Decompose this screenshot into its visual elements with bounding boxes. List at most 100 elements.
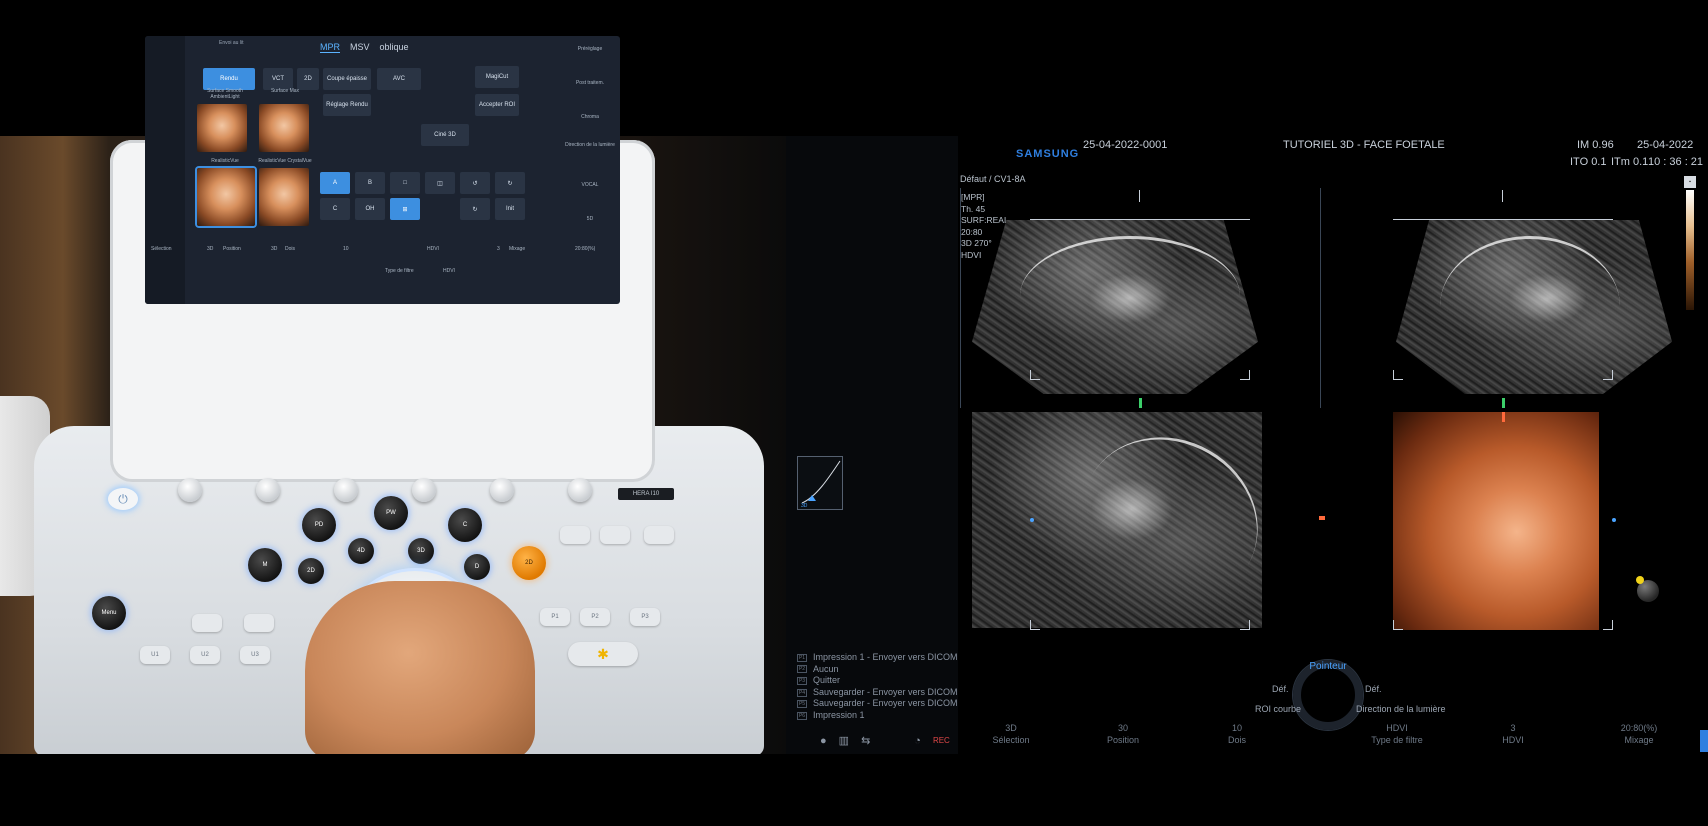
rotate-left-button[interactable]: ↺: [460, 172, 490, 194]
c-knob[interactable]: C: [448, 508, 482, 542]
d-knob[interactable]: D: [464, 554, 490, 580]
tgc-knob-3[interactable]: [334, 478, 358, 502]
pw-knob[interactable]: PW: [374, 496, 408, 530]
hw-button-p1[interactable]: P1: [540, 608, 570, 626]
touch-filter-value[interactable]: HDVI: [443, 268, 455, 274]
oh-button[interactable]: OH: [355, 198, 385, 220]
hw-button-u3[interactable]: U3: [240, 646, 270, 664]
touch-bottom-6[interactable]: 10: [343, 246, 349, 252]
menu-item[interactable]: P5 Sauvegarder - Envoyer vers DICOM: [797, 698, 958, 710]
touch-right-label-2[interactable]: Post traitem.: [565, 80, 615, 86]
tgc-knob-6[interactable]: [568, 478, 592, 502]
menu-item[interactable]: P3 Quitter: [797, 675, 958, 687]
menu-knob[interactable]: Menu: [92, 596, 126, 630]
softkey-right[interactable]: Déf.: [1365, 684, 1382, 694]
param-selection[interactable]: 3D Sélection: [966, 722, 1056, 746]
hw-button-p3[interactable]: P3: [630, 608, 660, 626]
record-dot-icon[interactable]: ●: [820, 735, 827, 747]
3d-knob[interactable]: 3D: [408, 538, 434, 564]
tab-oblique[interactable]: oblique: [380, 42, 409, 53]
param-label: Dois: [1227, 735, 1246, 745]
softkey-bottom-left[interactable]: ROI courbe: [1255, 704, 1301, 714]
menu-item-label: Sauvegarder - Envoyer vers DICOM: [813, 698, 958, 709]
exam-time: 10 : 36 : 21: [1648, 156, 1704, 168]
touch-bottom-7[interactable]: HDVI: [427, 246, 439, 252]
touch-filter-label[interactable]: Type de filtre: [385, 268, 414, 274]
param-filter-type[interactable]: HDVI Type de filtre: [1352, 722, 1442, 746]
hw-button-r3[interactable]: [644, 526, 674, 544]
pd-knob[interactable]: PD: [302, 508, 336, 542]
touch-bottom-8[interactable]: 3: [497, 246, 500, 252]
menu-item[interactable]: P6 Impression 1: [797, 710, 958, 722]
init-button[interactable]: Init: [495, 198, 525, 220]
touch-bottom-9[interactable]: Mixage: [509, 246, 525, 252]
param-position[interactable]: 30 Position: [1078, 722, 1168, 746]
side-tab[interactable]: [1700, 730, 1708, 752]
param-dois[interactable]: 10 Dois: [1192, 722, 1282, 746]
render-thumb-3[interactable]: [197, 168, 255, 226]
touch-bottom-5[interactable]: Dois: [285, 246, 295, 252]
view-b-button[interactable]: B: [355, 172, 385, 194]
menu-item[interactable]: P4 Sauvegarder - Envoyer vers DICOM: [797, 687, 958, 699]
hw-button-r2[interactable]: [600, 526, 630, 544]
tgc-knob-2[interactable]: [256, 478, 280, 502]
tgc-knob-5[interactable]: [490, 478, 514, 502]
transfer-icon[interactable]: ⇆: [861, 734, 870, 747]
tab-msv[interactable]: MSV: [350, 42, 370, 53]
softkey-bottom-right[interactable]: Direction de la lumière: [1356, 704, 1446, 714]
rendu-button[interactable]: Rendu: [203, 68, 255, 90]
hw-button-r1[interactable]: [560, 526, 590, 544]
hw-button-body[interactable]: [192, 614, 222, 632]
layout-quad-button[interactable]: ⊞: [390, 198, 420, 220]
render-thumb-4[interactable]: [259, 168, 309, 226]
rotate-right-button[interactable]: ↻: [495, 172, 525, 194]
accepter-roi-button[interactable]: Accepter ROI: [475, 94, 519, 116]
coupe-epaisse-button[interactable]: Coupe épaisse: [323, 68, 371, 90]
tgc-knob-1[interactable]: [178, 478, 202, 502]
tab-mpr[interactable]: MPR: [320, 42, 340, 53]
menu-item[interactable]: P1 Impression 1 - Envoyer vers DICOM: [797, 652, 958, 664]
render-thumb-2[interactable]: [259, 104, 309, 152]
touch-bottom-3[interactable]: Position: [223, 246, 241, 252]
touch-right-label-3[interactable]: Chroma: [565, 114, 615, 120]
touch-right-label-5[interactable]: VOCAL: [565, 182, 615, 188]
tgc-knob-4[interactable]: [412, 478, 436, 502]
freeze-button[interactable]: ✱: [568, 642, 638, 666]
avc-button[interactable]: AVC: [377, 68, 421, 90]
touch-right-label-6[interactable]: 5D: [565, 216, 615, 222]
touch-bottom-10[interactable]: 20:80(%): [575, 246, 595, 252]
4d-knob[interactable]: 4D: [348, 538, 374, 564]
touch-right-label-1[interactable]: Préréglage: [565, 46, 615, 52]
columns-icon[interactable]: ▥: [839, 734, 849, 747]
hw-button-p2[interactable]: P2: [580, 608, 610, 626]
2d-main-knob[interactable]: 2D: [512, 546, 546, 580]
touch-bottom-1[interactable]: Sélection: [151, 246, 172, 252]
opacity-curve[interactable]: [797, 456, 843, 510]
render-thumb-1[interactable]: [197, 104, 247, 152]
view-a-button[interactable]: A: [320, 172, 350, 194]
magicut-button[interactable]: MagiCut: [475, 66, 519, 88]
hw-button-u1[interactable]: U1: [140, 646, 170, 664]
hw-button-dual[interactable]: [244, 614, 274, 632]
2d-button[interactable]: 2D: [297, 68, 319, 90]
render-3d-pane[interactable]: [1393, 412, 1599, 630]
m-knob[interactable]: M: [248, 548, 282, 582]
touch-bottom-2[interactable]: 3D: [207, 246, 213, 252]
power-icon[interactable]: ⏻: [108, 488, 138, 510]
layout-dual-button[interactable]: ◫: [425, 172, 455, 194]
view-c-button[interactable]: C: [320, 198, 350, 220]
reglage-rendu-button[interactable]: Réglage Rendu: [323, 94, 371, 116]
touch-bottom-4[interactable]: 3D: [271, 246, 277, 252]
vct-button[interactable]: VCT: [263, 68, 293, 90]
touch-right-label-4[interactable]: Direction de la lumière: [565, 142, 615, 148]
param-hdvi[interactable]: 3 HDVI: [1468, 722, 1558, 746]
2d-knob[interactable]: 2D: [298, 558, 324, 584]
param-mixage[interactable]: 20:80(%) Mixage: [1594, 722, 1684, 746]
hw-button-u2[interactable]: U2: [190, 646, 220, 664]
rotate-180-button[interactable]: ↻: [460, 198, 490, 220]
menu-item[interactable]: P2 Aucun: [797, 664, 958, 676]
softkey-left[interactable]: Déf.: [1272, 684, 1289, 694]
cine-3d-button[interactable]: Ciné 3D: [421, 124, 469, 146]
roi-top-line: [1030, 219, 1250, 220]
layout-single-button[interactable]: □: [390, 172, 420, 194]
